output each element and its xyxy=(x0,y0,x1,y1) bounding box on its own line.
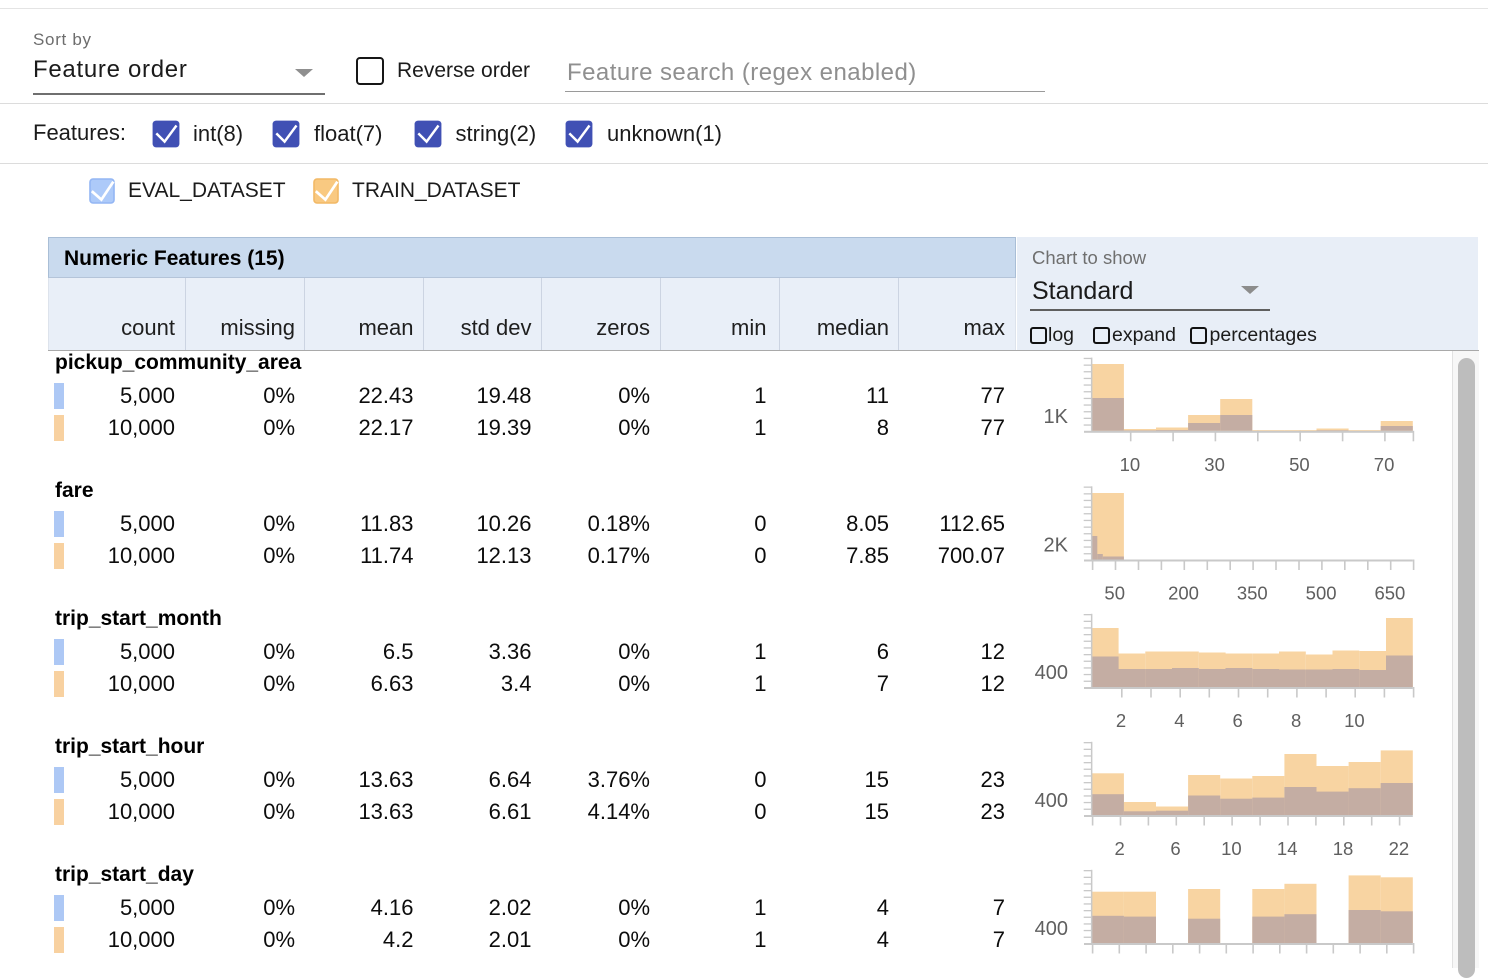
svg-text:1K: 1K xyxy=(1044,406,1069,428)
svg-text:8: 8 xyxy=(1291,710,1301,731)
svg-text:10: 10 xyxy=(1120,454,1141,475)
svg-text:2: 2 xyxy=(1116,710,1126,731)
svg-text:500: 500 xyxy=(1306,583,1337,604)
svg-text:14: 14 xyxy=(1277,838,1298,859)
svg-text:10: 10 xyxy=(1221,838,1242,859)
svg-text:400: 400 xyxy=(1035,662,1068,684)
svg-text:400: 400 xyxy=(1035,790,1068,812)
svg-text:2K: 2K xyxy=(1044,535,1069,557)
svg-text:18: 18 xyxy=(1333,838,1354,859)
svg-text:50: 50 xyxy=(1289,454,1310,475)
svg-text:6: 6 xyxy=(1170,838,1180,859)
svg-text:50: 50 xyxy=(1104,583,1125,604)
svg-text:650: 650 xyxy=(1374,583,1405,604)
svg-text:30: 30 xyxy=(1204,454,1225,475)
svg-text:200: 200 xyxy=(1168,583,1199,604)
svg-text:6: 6 xyxy=(1233,710,1243,731)
svg-text:350: 350 xyxy=(1237,583,1268,604)
svg-text:4: 4 xyxy=(1174,710,1184,731)
svg-text:10: 10 xyxy=(1344,710,1365,731)
svg-text:70: 70 xyxy=(1374,454,1395,475)
svg-text:400: 400 xyxy=(1035,918,1068,940)
svg-text:22: 22 xyxy=(1389,838,1410,859)
svg-text:2: 2 xyxy=(1115,838,1125,859)
